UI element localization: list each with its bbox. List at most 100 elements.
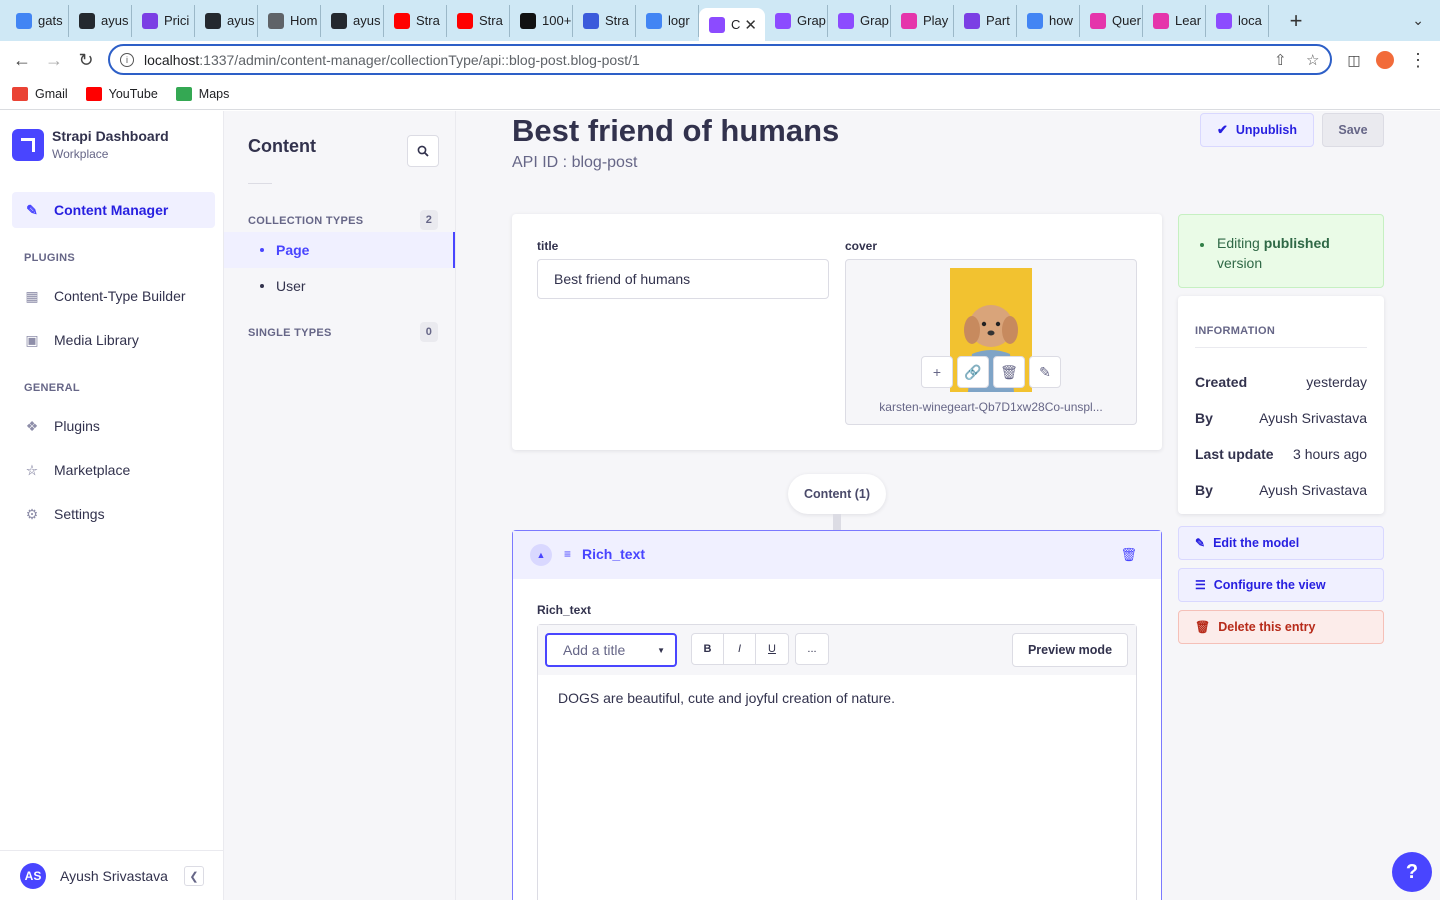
preview-mode-button[interactable]: Preview mode (1012, 633, 1128, 667)
nav-marketplace[interactable]: ⛦ Marketplace (12, 452, 215, 488)
title-input[interactable]: Best friend of humans (537, 259, 829, 299)
browser-tab[interactable]: Grap (765, 4, 828, 37)
bookmark-item[interactable]: Gmail (12, 87, 68, 101)
browser-tab[interactable]: Lear (1143, 4, 1206, 37)
strapi-icon (1216, 12, 1232, 29)
browser-tab[interactable]: 100+ (510, 4, 573, 37)
browser-menu-icon[interactable]: ⋮ (1402, 50, 1434, 71)
bookmark-item[interactable]: Maps (175, 87, 229, 101)
save-button[interactable]: Save (1322, 113, 1384, 147)
nav-content-type-builder[interactable]: ▦ Content-Type Builder (12, 278, 215, 314)
tab-label: Prici (164, 13, 190, 28)
add-asset-button[interactable]: + (921, 356, 953, 388)
close-tab-icon[interactable]: ✕ (744, 16, 757, 34)
cover-label: cover (845, 239, 878, 253)
single-types-heading[interactable]: SINGLE TYPES 0 (248, 322, 438, 342)
heading-select[interactable]: Add a title ▼ (545, 633, 677, 667)
nav-plugins[interactable]: ❖ Plugins (12, 408, 215, 444)
browser-tab[interactable]: Play (891, 4, 954, 37)
collapse-nav-button[interactable]: ❮ (184, 866, 204, 886)
information-card: INFORMATION Created yesterday By Ayush S… (1178, 296, 1384, 514)
user-profile[interactable]: AS Ayush Srivastava ❮ (0, 850, 224, 900)
bold-button[interactable]: B (692, 634, 724, 664)
browser-tab[interactable]: logr (636, 4, 699, 37)
editor-content[interactable]: DOGS are beautiful, cute and joyful crea… (558, 690, 895, 706)
gear-icon: ⚙ (25, 505, 39, 522)
configure-view-button[interactable]: ☰ Configure the view (1178, 568, 1384, 602)
graphql-outline-icon (1153, 12, 1169, 29)
browser-tab[interactable]: Stra (447, 4, 510, 37)
unpublish-button[interactable]: ✔ Unpublish (1200, 113, 1314, 147)
tab-label: Play (923, 13, 949, 28)
browser-tab[interactable]: Stra (384, 4, 447, 37)
share-icon[interactable]: ⇧ (1274, 51, 1287, 69)
bullet-icon (260, 284, 264, 288)
browser-tab[interactable]: ayus (321, 4, 384, 37)
tab-label: Lear (1175, 13, 1202, 28)
graphql-icon (901, 12, 917, 29)
sidepanel-icon[interactable]: ◫ (1338, 52, 1370, 69)
info-row-updated: Last update 3 hours ago (1195, 446, 1367, 462)
configure-view-label: Configure the view (1213, 578, 1326, 592)
reload-icon[interactable]: ↻ (70, 50, 102, 71)
tab-search-icon[interactable]: ⌄ (1412, 12, 1424, 29)
site-info-icon[interactable]: i (120, 52, 134, 67)
drag-handle-icon[interactable]: ≡ (564, 547, 571, 561)
google-icon (1027, 12, 1043, 29)
forward-icon[interactable]: → (38, 50, 70, 71)
new-tab-icon[interactable]: + (1281, 8, 1311, 34)
brand-title: Strapi Dashboard (52, 128, 169, 144)
nav-label: Settings (54, 506, 105, 522)
subnav-item-user[interactable]: User (224, 268, 455, 304)
browser-tab[interactable]: ayus (195, 4, 258, 37)
info-key: Created (1195, 374, 1248, 390)
bookmark-item[interactable]: YouTube (85, 87, 158, 101)
nav-media-library[interactable]: ▣ Media Library (12, 322, 215, 358)
layout-icon: ▦ (25, 287, 39, 304)
bullet-icon (1200, 243, 1204, 247)
browser-tab[interactable]: ayus (69, 4, 132, 37)
unpublish-label: Unpublish (1235, 123, 1297, 137)
brand: Strapi Dashboard Workplace (12, 128, 169, 161)
copy-link-button[interactable]: 🔗 (957, 356, 989, 388)
nav-content-manager[interactable]: ✎ Content Manager (12, 192, 215, 228)
edit-asset-button[interactable]: ✎ (1029, 356, 1061, 388)
published-version-banner: Editing published version (1178, 214, 1384, 288)
subnav-item-page[interactable]: Page (224, 232, 455, 268)
pencil-square-icon: ✎ (26, 201, 38, 218)
help-button[interactable]: ? (1392, 852, 1432, 892)
browser-tab[interactable]: Part (954, 4, 1017, 37)
search-icon (417, 145, 429, 157)
delete-asset-button[interactable]: 🗑 (993, 356, 1025, 388)
browser-tab[interactable]: how (1017, 4, 1080, 37)
collapse-caret-icon[interactable]: ▲ (530, 544, 552, 566)
delete-component-icon[interactable]: 🗑 (1120, 547, 1137, 563)
back-icon[interactable]: ← (6, 50, 38, 71)
component-header[interactable]: ▲ ≡ Rich_text 🗑 (513, 531, 1161, 579)
browser-tab[interactable]: Quer (1080, 4, 1143, 37)
more-options-button[interactable]: ... (796, 634, 828, 664)
single-types-label: SINGLE TYPES (248, 327, 332, 339)
browser-tab[interactable]: Grap (828, 4, 891, 37)
browser-tab[interactable]: Hom (258, 4, 321, 37)
browser-tab[interactable]: Stra (573, 4, 636, 37)
list-icon: ☰ (1195, 578, 1206, 592)
browser-tab[interactable]: loca (1206, 4, 1269, 37)
delete-entry-button[interactable]: 🗑 Delete this entry (1178, 610, 1384, 644)
avatar: AS (20, 862, 46, 889)
extension-icon[interactable] (1376, 51, 1394, 69)
address-bar[interactable]: i localhost:1337/admin/content-manager/c… (108, 44, 1332, 75)
youtube-icon (394, 12, 410, 29)
shopping-cart-icon: ⛦ (26, 461, 38, 478)
italic-button[interactable]: I (724, 634, 756, 664)
browser-tab[interactable]: Prici (132, 4, 195, 37)
nav-settings[interactable]: ⚙ Settings (12, 496, 215, 532)
collection-types-heading[interactable]: COLLECTION TYPES 2 (248, 210, 438, 230)
browser-tab[interactable]: C ✕ (699, 8, 765, 41)
underline-button[interactable]: U (756, 634, 788, 664)
browser-tab[interactable]: gats (6, 4, 69, 37)
search-button[interactable] (407, 135, 439, 167)
edit-model-button[interactable]: ✎ Edit the model (1178, 526, 1384, 560)
info-row-updated-by: By Ayush Srivastava (1195, 482, 1367, 498)
bookmark-star-icon[interactable]: ☆ (1306, 51, 1319, 69)
